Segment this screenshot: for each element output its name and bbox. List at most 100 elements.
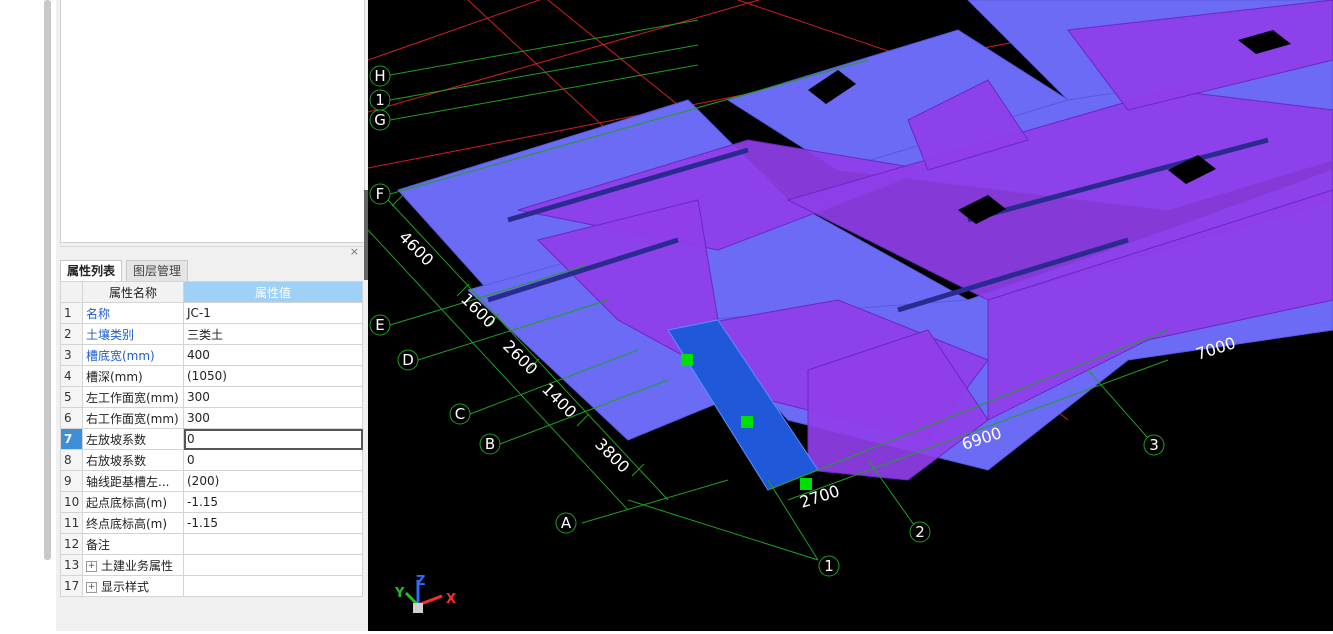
axis-label: C [455, 405, 465, 423]
axis-bubble: C [449, 403, 471, 425]
property-value[interactable]: 三类土 [183, 323, 363, 345]
axis-label: 2 [915, 523, 925, 541]
property-row[interactable]: 9 轴线距基槽左... (200) [60, 470, 363, 492]
property-name: 终点底标高(m) [82, 512, 184, 534]
axis-label: F [376, 185, 385, 203]
axis-label: E [375, 316, 384, 334]
axis-label: 1 [824, 557, 834, 575]
property-value[interactable]: 400 [183, 344, 363, 366]
axis-label: G [374, 111, 386, 129]
axis-label: 1 [375, 91, 385, 109]
property-value[interactable]: (200) [183, 470, 363, 492]
axis-bubble: 1 [369, 89, 391, 111]
row-number: 4 [60, 365, 83, 387]
property-row[interactable]: 8 右放坡系数 0 [60, 449, 363, 471]
row-number: 6 [60, 407, 83, 429]
axis-bubble: D [397, 349, 419, 371]
expand-icon[interactable]: + [86, 581, 97, 593]
property-table-header: 属性名称 属性值 [60, 281, 363, 303]
row-number: 8 [60, 449, 83, 471]
property-row[interactable]: 11 终点底标高(m) -1.15 [60, 512, 363, 534]
property-name: 备注 [82, 533, 184, 555]
3d-viewport[interactable]: H 1 G F E D C B A 1 2 3 4600 1600 2600 1400 3800 2700 6900… [367, 0, 1333, 631]
tab-property-list[interactable]: 属性列表 [60, 260, 123, 281]
property-row[interactable]: 7 左放坡系数 0 [60, 428, 363, 450]
property-value[interactable]: 300 [183, 407, 363, 429]
expand-icon[interactable]: + [86, 560, 97, 572]
property-row[interactable]: 12 备注 [60, 533, 363, 555]
axis-bubble: B [479, 433, 501, 455]
property-value[interactable]: (1050) [183, 365, 363, 387]
tab-layer-management[interactable]: 图层管理 [126, 260, 189, 281]
property-value[interactable]: 300 [183, 386, 363, 408]
row-number: 12 [60, 533, 83, 555]
left-toolbar-strip [0, 0, 57, 631]
dimension-text: 3800 [591, 434, 633, 476]
property-table: 属性名称 属性值 1 名称 JC-1 2 土壤类别 三类土 3 槽底宽(mm) 400 4 槽深(m… [60, 281, 363, 597]
axis-bubble: G [369, 109, 391, 131]
axis-label: B [485, 435, 495, 453]
axis-bubble: E [369, 314, 391, 336]
row-number: 13 [60, 554, 83, 576]
row-number: 1 [60, 302, 83, 324]
axis-bubble: 2 [909, 521, 931, 543]
property-row[interactable]: 2 土壤类别 三类土 [60, 323, 363, 345]
dimension-tick [631, 463, 645, 477]
property-value-editor[interactable]: 0 [183, 428, 363, 450]
row-number: 17 [60, 575, 83, 597]
property-row[interactable]: 1 名称 JC-1 [60, 302, 363, 324]
triad-origin-cube [413, 603, 423, 613]
dimension-tick [576, 413, 590, 427]
x-axis-label: X [446, 592, 456, 607]
property-name: 起点底标高(m) [82, 491, 184, 513]
property-value[interactable]: JC-1 [183, 302, 363, 324]
property-value[interactable]: 0 [183, 449, 363, 471]
axis-bubble: F [369, 183, 391, 205]
dimension-line [627, 499, 819, 561]
y-axis-label: Y [394, 586, 405, 601]
grid-axis-line [389, 19, 699, 76]
row-number: 11 [60, 512, 83, 534]
selection-grip [741, 416, 753, 428]
property-value[interactable]: -1.15 [183, 491, 363, 513]
property-row[interactable]: 4 槽深(mm) (1050) [60, 365, 363, 387]
property-name: 轴线距基槽左... [82, 470, 184, 492]
axis-label: H [374, 67, 385, 85]
header-property-value: 属性值 [183, 281, 363, 303]
grid-axis-line [1087, 369, 1155, 446]
axis-label: 3 [1149, 436, 1159, 454]
property-row[interactable]: 13 + 土建业务属性 [60, 554, 363, 576]
close-icon[interactable]: × [350, 245, 359, 258]
group-label: 显示样式 [101, 579, 150, 594]
grid-axis-line [389, 44, 699, 101]
property-name: 左工作面宽(mm) [82, 386, 184, 408]
row-number: 10 [60, 491, 83, 513]
axis-bubble: 3 [1143, 434, 1165, 456]
dimension-tick [391, 193, 405, 207]
property-value[interactable] [183, 575, 363, 597]
property-row[interactable]: 5 左工作面宽(mm) 300 [60, 386, 363, 408]
component-list-pane [60, 0, 365, 243]
panel-splitter[interactable]: × [60, 245, 363, 259]
property-value[interactable]: -1.15 [183, 512, 363, 534]
dimension-text: 4600 [395, 227, 437, 269]
z-axis-label: Z [416, 574, 425, 589]
row-number: 7 [60, 428, 83, 450]
header-corner [60, 281, 83, 303]
red-grid-line [367, 0, 541, 61]
property-row[interactable]: 17 + 显示样式 [60, 575, 363, 597]
row-number: 2 [60, 323, 83, 345]
property-name: 槽深(mm) [82, 365, 184, 387]
property-row[interactable]: 6 右工作面宽(mm) 300 [60, 407, 363, 429]
property-name: 左放坡系数 [82, 428, 184, 450]
left-scrollbar[interactable] [44, 0, 51, 560]
property-value[interactable] [183, 554, 363, 576]
property-value[interactable] [183, 533, 363, 555]
model-view: H1GFEDCBA1234600160026001400380027006900… [367, 0, 1333, 613]
panel-tabs: 属性列表 图层管理 [60, 259, 363, 282]
property-panel: × 属性列表 图层管理 属性名称 属性值 1 名称 JC-1 2 土壤类别 三类土 3 槽底宽… [56, 0, 368, 631]
axis-bubble: 1 [818, 555, 840, 577]
property-row[interactable]: 10 起点底标高(m) -1.15 [60, 491, 363, 513]
property-name: 槽底宽(mm) [82, 344, 184, 366]
property-row[interactable]: 3 槽底宽(mm) 400 [60, 344, 363, 366]
